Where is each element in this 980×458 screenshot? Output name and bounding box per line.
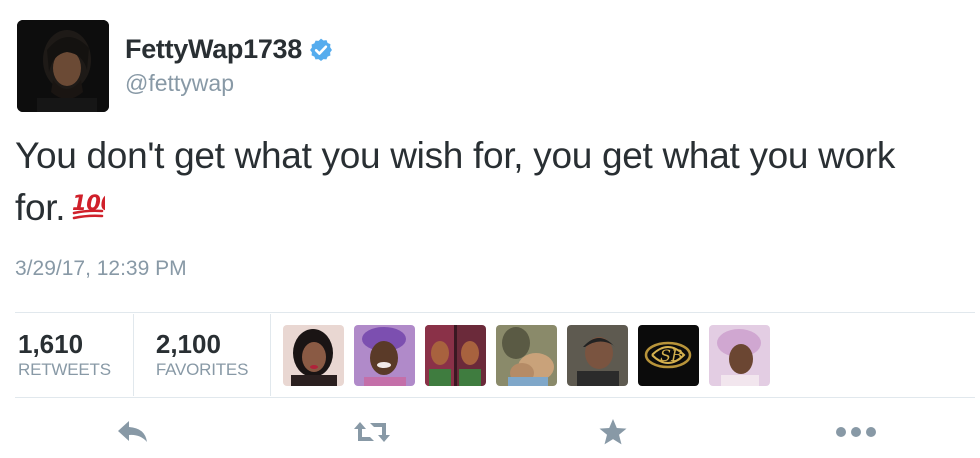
reply-icon xyxy=(118,421,147,442)
author-name-row[interactable]: FettyWap1738 xyxy=(125,34,334,65)
svg-text:SB: SB xyxy=(660,346,683,365)
favoriters-list: SB xyxy=(271,314,771,396)
hundred-points-icon: 100 xyxy=(71,184,115,220)
favorites-stat[interactable]: 2,100 FAVORITES xyxy=(134,314,272,396)
favorites-label: FAVORITES xyxy=(155,360,249,379)
retweets-count: 1,610 xyxy=(18,329,84,359)
tweet-text-body: You don't get what you wish for, you get… xyxy=(15,135,896,228)
favoriter-avatar-7[interactable] xyxy=(709,324,771,386)
retweet-button[interactable] xyxy=(352,412,392,452)
favorite-star-icon xyxy=(599,419,627,445)
favorites-count: 2,100 xyxy=(155,329,221,359)
more-dots-icon xyxy=(836,427,876,437)
favoriter-avatar-2[interactable] xyxy=(354,324,416,386)
more-button[interactable] xyxy=(832,412,880,452)
divider-top xyxy=(15,312,975,313)
author-handle[interactable]: @fettywap xyxy=(125,70,234,97)
favoriter-avatar-4[interactable] xyxy=(496,324,558,386)
tweet-actions xyxy=(0,412,980,452)
tweet-text: You don't get what you wish for, you get… xyxy=(15,130,955,234)
verified-badge-icon xyxy=(310,38,332,61)
tweet-stats: 1,610 RETWEETS 2,100 FAVORITES SB xyxy=(15,314,771,396)
favoriter-avatar-3[interactable] xyxy=(425,324,487,386)
reply-button[interactable] xyxy=(113,412,153,452)
favoriter-avatar-1[interactable] xyxy=(283,324,345,386)
retweets-label: RETWEETS xyxy=(18,360,111,379)
favoriter-avatar-6[interactable]: SB xyxy=(638,324,700,386)
tweet-timestamp[interactable]: 3/29/17, 12:39 PM xyxy=(15,257,187,281)
display-name[interactable]: FettyWap1738 xyxy=(125,34,302,65)
divider-bottom xyxy=(15,397,975,398)
favorite-button[interactable] xyxy=(593,412,633,452)
retweets-stat[interactable]: 1,610 RETWEETS xyxy=(15,314,134,396)
author-avatar[interactable] xyxy=(17,20,109,112)
retweet-icon xyxy=(354,422,390,442)
favoriter-avatar-5[interactable] xyxy=(567,324,629,386)
author-avatar-image xyxy=(17,20,109,112)
